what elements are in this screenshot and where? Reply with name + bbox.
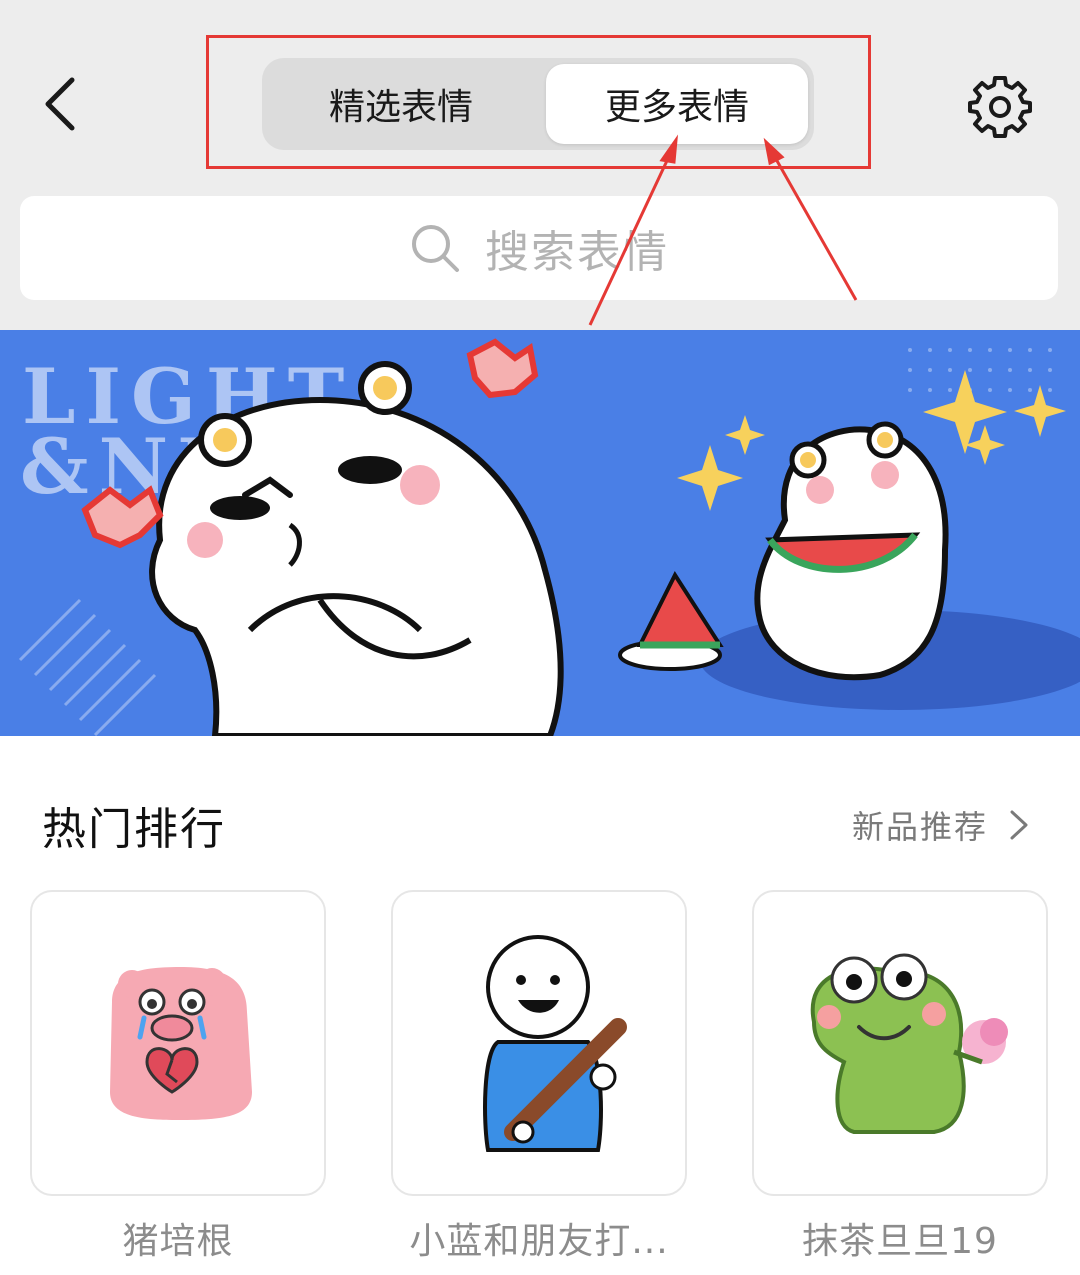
sticker-label: 小蓝和朋友打... bbox=[409, 1221, 669, 1262]
promo-banner[interactable]: LIGHT &NU bbox=[0, 330, 1080, 736]
sticker-label: 抹茶旦旦19 bbox=[802, 1221, 998, 1262]
green-dino-sticker bbox=[810, 953, 1008, 1134]
new-arrivals-label: 新品推荐 bbox=[852, 808, 989, 846]
back-button[interactable] bbox=[30, 68, 90, 140]
sticker-label: 猪培根 bbox=[122, 1221, 234, 1262]
chevron-left-icon bbox=[45, 77, 75, 131]
hamster-illustration bbox=[18, 338, 1080, 736]
pink-pig-sticker bbox=[110, 967, 252, 1120]
chevron-right-icon bbox=[1010, 810, 1028, 840]
search-placeholder: 搜索表情 bbox=[485, 227, 669, 278]
section-title: 热门排行 bbox=[42, 804, 226, 855]
sticker-card-stick-figure[interactable] bbox=[391, 890, 687, 1196]
sticker-card-dino[interactable] bbox=[752, 890, 1048, 1196]
highlight-box bbox=[206, 35, 871, 169]
settings-button[interactable] bbox=[962, 68, 1038, 144]
search-bar[interactable]: 搜索表情 bbox=[20, 196, 1058, 300]
sticker-card-pig[interactable] bbox=[30, 890, 326, 1196]
new-arrivals-link[interactable]: 新品推荐 bbox=[852, 800, 1030, 850]
search-icon bbox=[412, 225, 459, 272]
gear-icon bbox=[968, 76, 1032, 138]
stick-figure-bat-sticker bbox=[483, 935, 627, 1152]
